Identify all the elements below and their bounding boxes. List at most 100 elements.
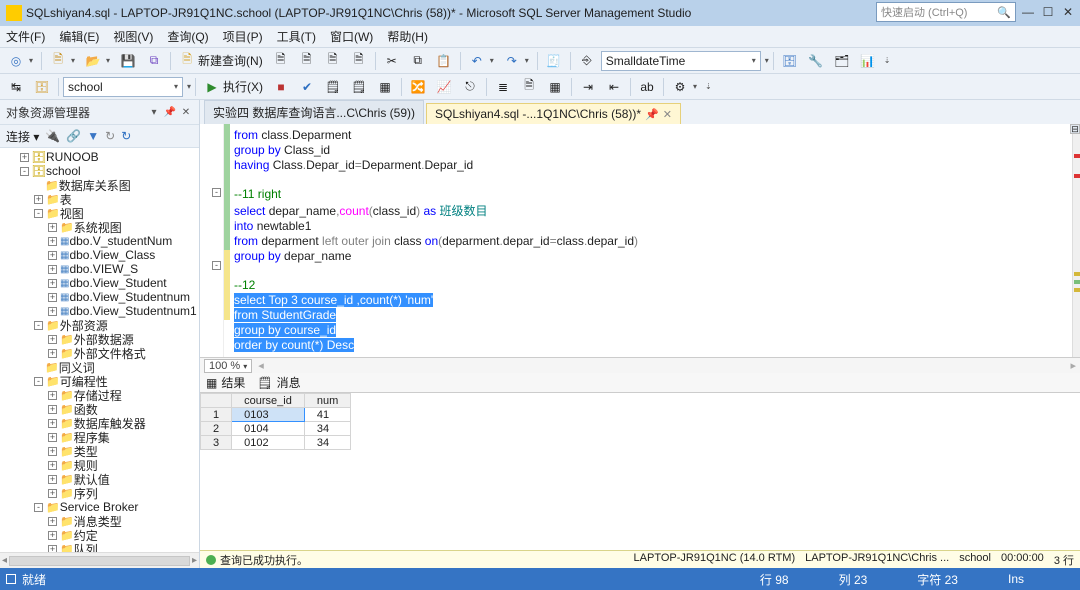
close-tab-icon[interactable]: ✕: [663, 108, 672, 121]
tree-item[interactable]: +🗄 RUNOOB: [0, 150, 199, 164]
new-query-button[interactable]: 🗎新建查询(N): [175, 50, 267, 72]
execute-button[interactable]: ▶执行(X): [200, 76, 267, 98]
expand-icon[interactable]: +: [48, 265, 57, 274]
expand-icon[interactable]: +: [48, 237, 57, 246]
menu-view[interactable]: 视图(V): [113, 28, 153, 45]
sql-text[interactable]: from class.Deparment group by Class_id h…: [230, 124, 1072, 357]
quick-launch-input[interactable]: 快速启动 (Ctrl+Q) 🔍: [876, 2, 1016, 22]
estimated-plan-icon[interactable]: 🗒: [321, 76, 345, 98]
menu-query[interactable]: 查询(Q): [167, 28, 208, 45]
tree-item[interactable]: +📁 外部文件格式: [0, 346, 199, 360]
tree-item[interactable]: +📁 约定: [0, 528, 199, 542]
menu-file[interactable]: 文件(F): [6, 28, 45, 45]
expand-icon[interactable]: +: [34, 195, 43, 204]
expand-icon[interactable]: +: [48, 307, 57, 316]
expand-icon[interactable]: +: [48, 251, 57, 260]
connect-icon[interactable]: 🔗: [66, 129, 81, 143]
parse-button[interactable]: ✔: [295, 76, 319, 98]
expand-icon[interactable]: -: [34, 377, 43, 386]
tree-item[interactable]: +📁 默认值: [0, 472, 199, 486]
copy-button[interactable]: ⧉: [406, 50, 430, 72]
new-project-button[interactable]: 🗎▾: [46, 50, 79, 72]
save-all-button[interactable]: ⧉: [142, 50, 166, 72]
close-button[interactable]: ✕: [1060, 4, 1076, 20]
disconnect-icon[interactable]: 🔌: [45, 129, 60, 143]
expand-icon[interactable]: -: [34, 503, 43, 512]
tree-item[interactable]: +▦ dbo.View_Studentnum: [0, 290, 199, 304]
back-button[interactable]: ◎▾: [4, 50, 37, 72]
datetime-combo[interactable]: SmalldateTime▾: [601, 51, 761, 71]
tree-item[interactable]: +▦ dbo.View_Student: [0, 276, 199, 290]
sql-editor[interactable]: - - from class.Deparment group by Class_…: [200, 124, 1080, 357]
refresh-icon[interactable]: ↻: [121, 129, 131, 143]
expand-icon[interactable]: -: [34, 321, 43, 330]
expand-icon[interactable]: +: [48, 405, 57, 414]
tab-results[interactable]: ▦结果: [206, 374, 245, 391]
tree-item[interactable]: +▦ dbo.V_studentNum: [0, 234, 199, 248]
actual-plan-icon[interactable]: 🗒: [347, 76, 371, 98]
wrench-icon[interactable]: 🔧: [804, 50, 828, 72]
split-icon[interactable]: ⊟: [1070, 124, 1080, 134]
maximize-button[interactable]: ☐: [1040, 4, 1056, 20]
minimize-button[interactable]: —: [1020, 4, 1036, 20]
menu-project[interactable]: 项目(P): [223, 28, 263, 45]
results-text-icon[interactable]: ≣: [491, 76, 515, 98]
expand-icon[interactable]: +: [48, 517, 57, 526]
pin-tab-icon[interactable]: 📌: [645, 108, 659, 121]
save-button[interactable]: 💾: [116, 50, 140, 72]
menu-edit[interactable]: 编辑(E): [59, 28, 99, 45]
tree-item[interactable]: +📁 存储过程: [0, 388, 199, 402]
comment-icon[interactable]: ⇥: [576, 76, 600, 98]
expand-icon[interactable]: +: [48, 223, 57, 232]
overview-ruler[interactable]: ⊟: [1072, 124, 1080, 357]
menu-help[interactable]: 帮助(H): [387, 28, 428, 45]
redo-button[interactable]: ↷▾: [500, 50, 533, 72]
tree-item[interactable]: +📁 序列: [0, 486, 199, 500]
menu-tools[interactable]: 工具(T): [277, 28, 316, 45]
connect-button[interactable]: 连接 ▾: [6, 128, 39, 145]
dmx-icon[interactable]: 🗎: [321, 50, 345, 72]
tree-item[interactable]: +▦ dbo.VIEW_S: [0, 262, 199, 276]
tree-item[interactable]: +▦ dbo.View_Class: [0, 248, 199, 262]
usetype-icon[interactable]: ⎆: [575, 50, 599, 72]
expand-icon[interactable]: +: [48, 447, 57, 456]
tree-item[interactable]: +📁 消息类型: [0, 514, 199, 528]
tab-sqlshiyan4[interactable]: SQLshiyan4.sql -...1Q1NC\Chris (58))* 📌✕: [426, 103, 681, 124]
tree-item[interactable]: +📁 程序集: [0, 430, 199, 444]
tree-item[interactable]: +📁 队列: [0, 542, 199, 552]
undo-button[interactable]: ↶▾: [465, 50, 498, 72]
use-db-icon[interactable]: 🗄: [30, 76, 54, 98]
properties-button[interactable]: 🧾: [542, 50, 566, 72]
results-grid-icon2[interactable]: ▦: [543, 76, 567, 98]
expand-icon[interactable]: -: [34, 209, 43, 218]
database-combo[interactable]: school▾: [63, 77, 183, 97]
paste-button[interactable]: 📋: [432, 50, 456, 72]
expand-icon[interactable]: +: [48, 489, 57, 498]
tree-item[interactable]: +📁 表: [0, 192, 199, 206]
expand-icon[interactable]: +: [48, 335, 57, 344]
tab-experiment[interactable]: 实验四 数据库查询语言...C\Chris (59)): [204, 100, 424, 124]
expand-icon[interactable]: -: [20, 167, 29, 176]
dropdown-icon[interactable]: ▾: [147, 107, 161, 118]
expand-icon[interactable]: +: [48, 293, 57, 302]
cut-button[interactable]: ✂: [380, 50, 404, 72]
expand-icon[interactable]: +: [48, 349, 57, 358]
results-grid-icon[interactable]: ▦: [373, 76, 397, 98]
expand-icon[interactable]: +: [48, 279, 57, 288]
expand-icon[interactable]: +: [20, 153, 29, 162]
tree-item[interactable]: +📁 系统视图: [0, 220, 199, 234]
expand-icon[interactable]: +: [48, 433, 57, 442]
close-panel-icon[interactable]: ✕: [179, 107, 193, 118]
expand-icon[interactable]: +: [48, 475, 57, 484]
tree-item[interactable]: +📁 类型: [0, 444, 199, 458]
pin-icon[interactable]: 📌: [163, 107, 177, 118]
tree-item[interactable]: 📁 数据库关系图: [0, 178, 199, 192]
indent-icon[interactable]: ↹: [4, 76, 28, 98]
template-icon[interactable]: 🗂: [830, 50, 854, 72]
xmla-icon[interactable]: 🗎: [347, 50, 371, 72]
results-file-icon[interactable]: 🗎: [517, 76, 541, 98]
refresh-all-icon[interactable]: ↻: [105, 129, 115, 143]
h-scrollbar[interactable]: ◂▸: [0, 552, 199, 568]
tab-messages[interactable]: 🗒消息: [257, 374, 300, 391]
registered-servers-icon[interactable]: 🗄: [778, 50, 802, 72]
